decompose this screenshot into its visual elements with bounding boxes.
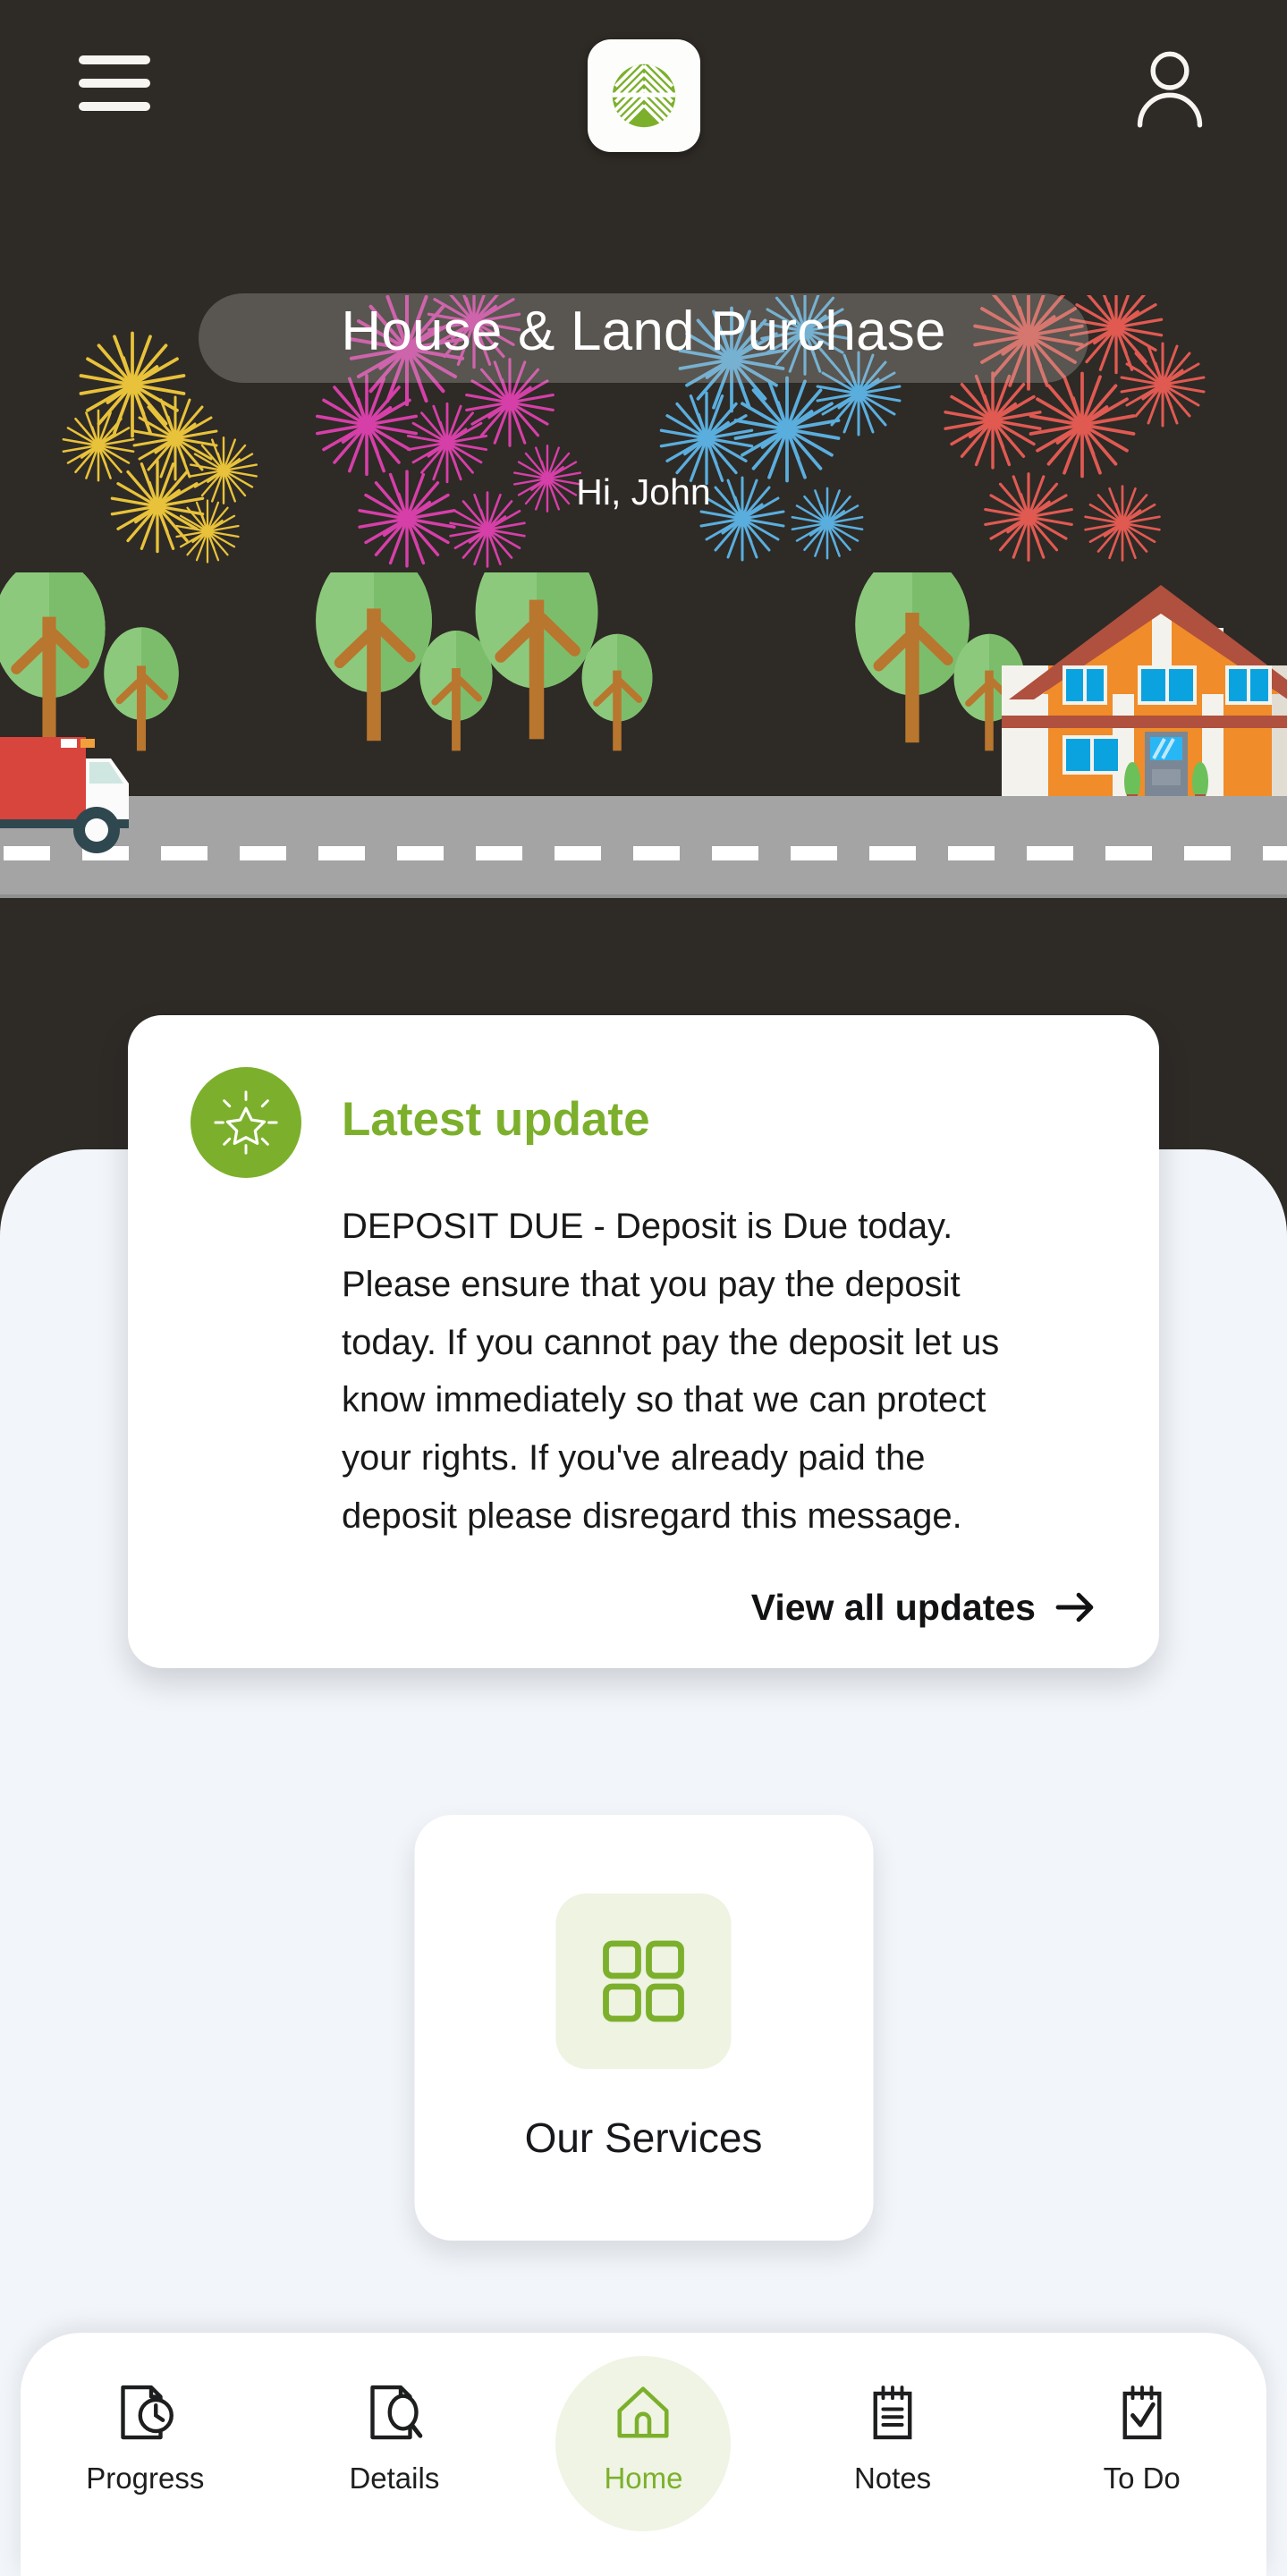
house-outline-icon [610, 2379, 676, 2445]
app-root: House & Land Purchase Hi, John Latest up… [0, 0, 1287, 2576]
nav-item-home[interactable]: Home [549, 2379, 737, 2496]
user-greeting: Hi, John [576, 471, 711, 513]
grid-four-squares-icon [555, 1894, 732, 2069]
nav-label-notes: Notes [853, 2462, 932, 2495]
app-header [0, 0, 1287, 161]
nav-label-home: Home [604, 2462, 683, 2495]
view-all-updates-link[interactable]: View all updates [191, 1587, 1096, 1629]
sparkle-star-icon [191, 1067, 301, 1178]
bottom-navigation: Progress Details Home Notes To Do [21, 2333, 1266, 2576]
menu-bar-2 [79, 79, 150, 88]
menu-bar-1 [79, 55, 150, 64]
hero-banner: House & Land Purchase Hi, John [0, 0, 1287, 948]
arrow-right-icon [1055, 1590, 1096, 1624]
our-services-tile[interactable]: Our Services [414, 1815, 873, 2241]
nav-label-details: Details [349, 2462, 440, 2495]
document-clock-icon [112, 2379, 178, 2445]
nav-item-notes[interactable]: Notes [799, 2379, 986, 2496]
nav-item-todo[interactable]: To Do [1048, 2379, 1236, 2496]
nav-item-details[interactable]: Details [301, 2379, 488, 2496]
menu-bar-3 [79, 102, 150, 111]
document-search-icon [361, 2379, 428, 2445]
user-account-icon[interactable] [1131, 47, 1208, 129]
our-services-label: Our Services [524, 2114, 763, 2161]
nav-item-progress[interactable]: Progress [51, 2379, 239, 2496]
brand-leaf-logo-icon[interactable] [587, 39, 700, 152]
nav-label-todo: To Do [1103, 2462, 1181, 2495]
latest-update-card: Latest update DEPOSIT DUE - Deposit is D… [128, 1015, 1159, 1668]
latest-update-body: DEPOSIT DUE - Deposit is Due today. Plea… [342, 1207, 1000, 1536]
hamburger-menu-icon[interactable] [79, 55, 150, 111]
hero-illustration [0, 572, 1287, 948]
notepad-check-icon [1109, 2379, 1175, 2445]
latest-update-header: Latest update [191, 1067, 1096, 1178]
view-all-updates-label: View all updates [750, 1586, 1036, 1628]
notepad-lines-icon [859, 2379, 926, 2445]
latest-update-title: Latest update [342, 1093, 650, 1146]
page-title: House & Land Purchase [341, 301, 946, 362]
nav-label-progress: Progress [86, 2462, 205, 2495]
